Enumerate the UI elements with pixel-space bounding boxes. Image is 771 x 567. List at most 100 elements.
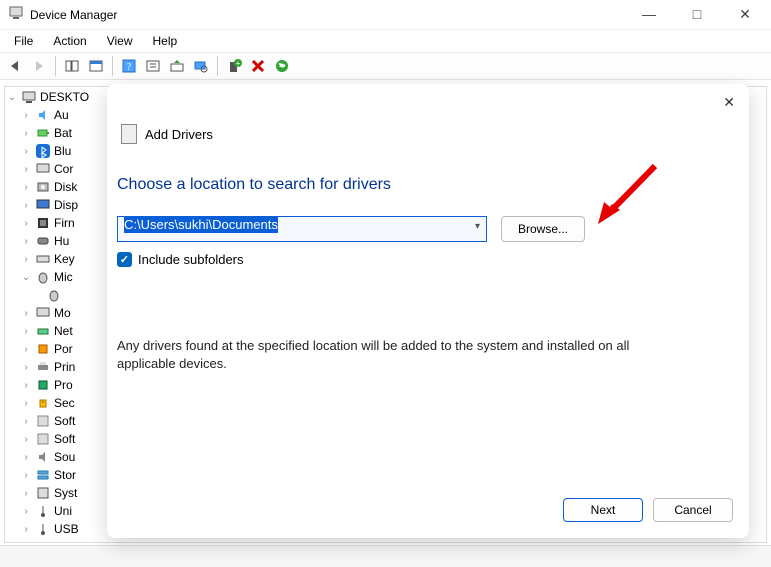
dialog-header: Add Drivers: [107, 84, 749, 144]
show-hide-tree-icon[interactable]: [61, 55, 83, 77]
dialog-description: Any drivers found at the specified locat…: [117, 337, 657, 372]
tree-item[interactable]: ›Mo: [6, 304, 111, 322]
expand-icon[interactable]: ›: [20, 524, 32, 535]
expand-icon[interactable]: ›: [20, 164, 32, 175]
device-category-icon: [35, 107, 51, 123]
expand-icon[interactable]: ›: [20, 380, 32, 391]
tree-item[interactable]: ›Stor: [6, 466, 111, 484]
expand-icon[interactable]: ⌄: [20, 272, 32, 283]
expand-icon[interactable]: ›: [20, 344, 32, 355]
driver-path-value: C:\Users\sukhi\Documents: [124, 216, 278, 233]
expand-icon[interactable]: ›: [20, 200, 32, 211]
expand-icon[interactable]: ›: [20, 326, 32, 337]
action-icon[interactable]: [142, 55, 164, 77]
tree-item[interactable]: ›Net: [6, 322, 111, 340]
tree-item[interactable]: ›Disk: [6, 178, 111, 196]
expand-icon[interactable]: ›: [20, 434, 32, 445]
expand-icon[interactable]: ›: [20, 398, 32, 409]
close-button[interactable]: ✕: [735, 6, 755, 23]
window-controls: — □ ✕: [639, 6, 763, 23]
update-driver-icon[interactable]: [166, 55, 188, 77]
device-tree[interactable]: ⌄ DESKTO ›Au›Bat›Blu›Cor›Disk›Disp›Firn›…: [6, 88, 112, 539]
expand-icon[interactable]: ›: [20, 218, 32, 229]
tree-subitem[interactable]: [6, 286, 111, 304]
expand-icon[interactable]: ›: [20, 416, 32, 427]
menu-help[interactable]: Help: [145, 32, 186, 50]
tree-item[interactable]: › Soft: [6, 412, 111, 430]
cancel-button[interactable]: Cancel: [653, 498, 733, 522]
tree-root[interactable]: ⌄ DESKTO: [6, 88, 111, 106]
expand-icon[interactable]: ›: [20, 308, 32, 319]
add-driver-icon[interactable]: +: [223, 55, 245, 77]
tree-item[interactable]: ›Disp: [6, 196, 111, 214]
scan-hardware-icon[interactable]: [190, 55, 212, 77]
device-category-icon: [35, 323, 51, 339]
menu-file[interactable]: File: [6, 32, 41, 50]
tree-item[interactable]: ›Bat: [6, 124, 111, 142]
tree-item[interactable]: ›Pro: [6, 376, 111, 394]
tree-item[interactable]: ›Cor: [6, 160, 111, 178]
tree-item-label: USB: [54, 522, 79, 536]
expand-icon[interactable]: ›: [20, 470, 32, 481]
tree-item-label: Uni: [54, 504, 72, 518]
chevron-down-icon[interactable]: ▾: [475, 221, 480, 232]
menu-view[interactable]: View: [99, 32, 141, 50]
tree-item[interactable]: ›Key: [6, 250, 111, 268]
tree-item-label: Mic: [54, 270, 73, 284]
properties-icon[interactable]: [85, 55, 107, 77]
tree-item-label: Hu: [54, 234, 69, 248]
expand-icon[interactable]: ›: [20, 362, 32, 373]
collapse-icon[interactable]: ⌄: [6, 92, 18, 103]
tree-item[interactable]: ›Syst: [6, 484, 111, 502]
device-category-icon: [35, 449, 51, 465]
expand-icon[interactable]: ›: [20, 182, 32, 193]
next-button[interactable]: Next: [563, 498, 643, 522]
expand-icon[interactable]: ›: [20, 146, 32, 157]
tree-item[interactable]: ›Soft: [6, 430, 111, 448]
device-category-icon: [35, 395, 51, 411]
device-category-icon: [35, 521, 51, 537]
computer-icon: [21, 89, 37, 105]
maximize-button[interactable]: □: [687, 6, 707, 23]
tree-item[interactable]: ⌄ Mic: [6, 268, 111, 286]
tree-item-label: Firn: [54, 216, 75, 230]
tree-item[interactable]: ›Por: [6, 340, 111, 358]
help-icon[interactable]: ?: [118, 55, 140, 77]
remove-icon[interactable]: [247, 55, 269, 77]
titlebar: Device Manager — □ ✕: [0, 0, 771, 30]
device-category-icon: [35, 359, 51, 375]
tree-item[interactable]: ›Blu: [6, 142, 111, 160]
tree-item[interactable]: › Au: [6, 106, 111, 124]
menu-action[interactable]: Action: [45, 32, 94, 50]
device-category-icon: [35, 269, 51, 285]
tree-item[interactable]: ›Sec: [6, 394, 111, 412]
expand-icon[interactable]: ›: [20, 488, 32, 499]
expand-icon[interactable]: ›: [20, 452, 32, 463]
device-category-icon: [35, 125, 51, 141]
dialog-close-icon[interactable]: ✕: [723, 94, 735, 111]
minimize-button[interactable]: —: [639, 6, 659, 23]
mouse-device-icon: [46, 287, 62, 303]
tree-item[interactable]: › Hu: [6, 232, 111, 250]
browse-button[interactable]: Browse...: [501, 216, 585, 242]
device-category-icon: [35, 305, 51, 321]
enable-icon[interactable]: [271, 55, 293, 77]
device-category-icon: [35, 431, 51, 447]
tree-item-label: Soft: [54, 414, 75, 428]
tree-item[interactable]: ›Sou: [6, 448, 111, 466]
tree-item[interactable]: › Firn: [6, 214, 111, 232]
include-subfolders-checkbox[interactable]: ✓: [117, 252, 132, 267]
forward-icon[interactable]: [28, 55, 50, 77]
expand-icon[interactable]: ›: [20, 254, 32, 265]
tree-item[interactable]: › Uni: [6, 502, 111, 520]
back-icon[interactable]: [4, 55, 26, 77]
expand-icon[interactable]: ›: [20, 236, 32, 247]
tree-item[interactable]: › USB: [6, 520, 111, 538]
expand-icon[interactable]: ›: [20, 506, 32, 517]
expand-icon[interactable]: ›: [20, 110, 32, 121]
tree-item-label: Au: [54, 108, 69, 122]
tree-item[interactable]: ›Prin: [6, 358, 111, 376]
device-category-icon: [35, 485, 51, 501]
driver-path-input[interactable]: C:\Users\sukhi\Documents ▾: [117, 216, 487, 242]
expand-icon[interactable]: ›: [20, 128, 32, 139]
